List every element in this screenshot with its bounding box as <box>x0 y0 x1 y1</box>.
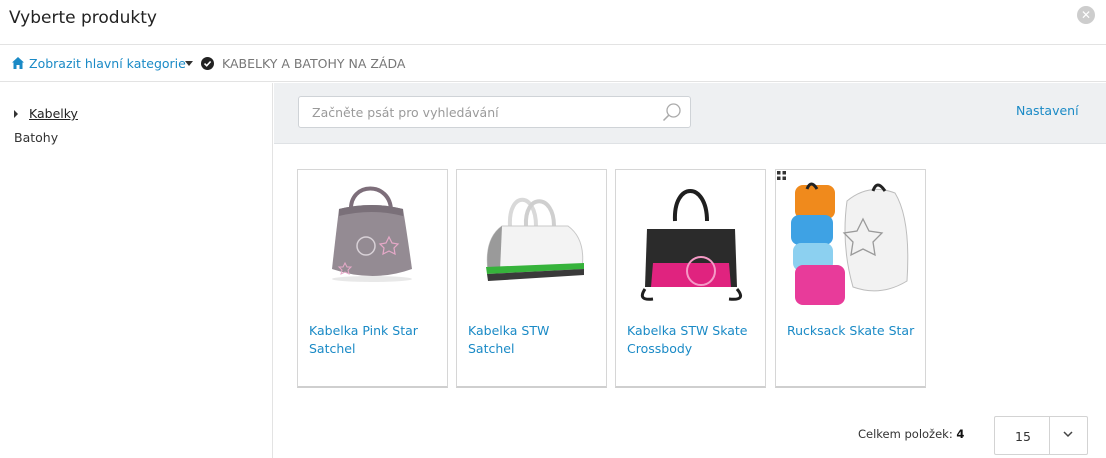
close-icon[interactable]: ✕ <box>1077 6 1095 24</box>
chevron-down-icon[interactable] <box>1062 429 1074 439</box>
settings-link[interactable]: Nastavení <box>1016 103 1079 118</box>
product-card[interactable]: Rucksack Skate Star <box>775 169 926 388</box>
product-card[interactable]: Kabelka Pink Star Satchel <box>297 169 448 388</box>
dialog-title: Vyberte produkty <box>9 8 157 28</box>
total-items-label: Celkem položek: <box>858 427 953 441</box>
home-icon[interactable] <box>11 56 25 70</box>
product-name[interactable]: Kabelka STW Skate Crossbody <box>627 322 757 358</box>
show-main-categories-link[interactable]: Zobrazit hlavní kategorie <box>29 56 186 71</box>
expand-arrow-icon[interactable] <box>14 110 18 118</box>
check-circle-icon <box>201 57 214 70</box>
product-name[interactable]: Kabelka STW Satchel <box>468 322 598 358</box>
breadcrumb-current-category: KABELKY A BATOHY NA ZÁDA <box>222 56 406 71</box>
product-image <box>640 189 743 301</box>
total-items-count: 4 <box>956 427 965 441</box>
sidebar-item-kabelky[interactable]: Kabelky <box>29 106 78 121</box>
sidebar-item-batohy[interactable]: Batohy <box>14 130 58 145</box>
drag-handle-icon[interactable] <box>777 171 786 180</box>
search-icon[interactable] <box>662 102 682 122</box>
products-toolbar: Nastavení <box>274 83 1106 144</box>
caret-down-icon[interactable] <box>185 61 193 66</box>
product-card[interactable]: Kabelka STW Satchel <box>456 169 607 388</box>
search-input[interactable] <box>299 97 654 127</box>
items-per-page-select[interactable]: 15 <box>994 416 1088 455</box>
search-box <box>298 96 691 128</box>
product-image <box>332 186 412 282</box>
product-image <box>791 182 909 305</box>
select-products-dialog: Vyberte produkty ✕ Zobrazit hlavní kateg… <box>0 0 1106 458</box>
breadcrumb: Zobrazit hlavní kategorie KABELKY A BATO… <box>0 45 1106 82</box>
dialog-header: Vyberte produkty ✕ <box>0 0 1106 45</box>
select-divider <box>1049 417 1050 454</box>
product-name[interactable]: Rucksack Skate Star <box>787 322 917 340</box>
product-image <box>486 197 584 281</box>
items-per-page-value: 15 <box>1015 429 1031 444</box>
product-name[interactable]: Kabelka Pink Star Satchel <box>309 322 439 358</box>
total-items: Celkem položek: 4 <box>858 427 964 441</box>
product-card[interactable]: Kabelka STW Skate Crossbody <box>615 169 766 388</box>
category-sidebar: Kabelky Batohy <box>0 83 273 458</box>
